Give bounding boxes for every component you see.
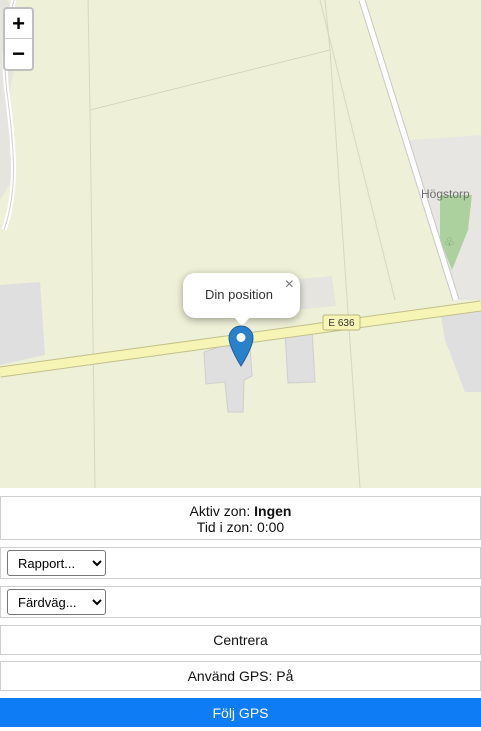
zone-info: Aktiv zon: Ingen Tid i zon: 0:00: [0, 496, 481, 540]
follow-gps-button[interactable]: Följ GPS: [0, 698, 481, 727]
use-gps-button[interactable]: Använd GPS: På: [0, 661, 481, 691]
zoom-control: + −: [3, 7, 34, 71]
active-zone-label: Aktiv zon:: [189, 503, 251, 519]
position-popup: Din position ×: [183, 273, 300, 326]
zoom-out-button[interactable]: −: [5, 39, 32, 69]
route-select[interactable]: Färdväg...: [7, 589, 106, 615]
popup-text: Din position: [205, 287, 273, 302]
zone-time: Tid i zon: 0:00: [196, 519, 285, 535]
center-button[interactable]: Centrera: [0, 625, 481, 655]
map-view[interactable]: E 636 Högstorp ♧ + − Din position ×: [0, 0, 481, 488]
place-label: Högstorp: [421, 187, 470, 201]
map-tiles: E 636 Högstorp ♧: [0, 0, 481, 488]
active-zone-value: Ingen: [254, 503, 292, 519]
road-label: E 636: [328, 318, 355, 329]
tree-icon: ♧: [444, 235, 455, 249]
report-select[interactable]: Rapport...: [7, 550, 106, 576]
location-marker-icon[interactable]: [228, 325, 254, 367]
route-row: Färdväg...: [0, 586, 481, 618]
report-row: Rapport...: [0, 547, 481, 579]
zoom-in-button[interactable]: +: [5, 9, 32, 39]
popup-close-button[interactable]: ×: [285, 276, 294, 294]
